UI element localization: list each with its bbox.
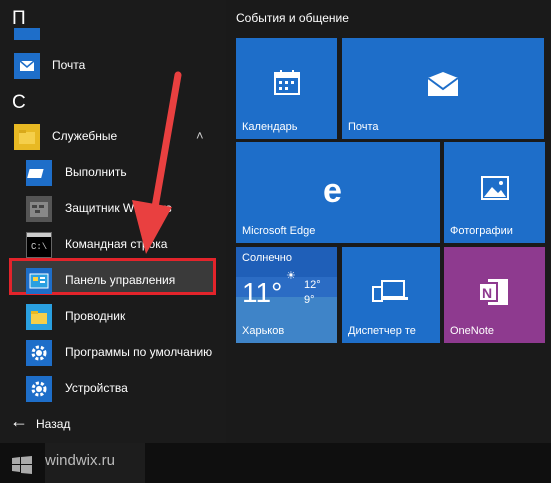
watermark: windwix.ru	[45, 452, 116, 469]
windows-start-icon[interactable]	[12, 456, 32, 479]
red-arrow-annotation	[132, 71, 182, 254]
